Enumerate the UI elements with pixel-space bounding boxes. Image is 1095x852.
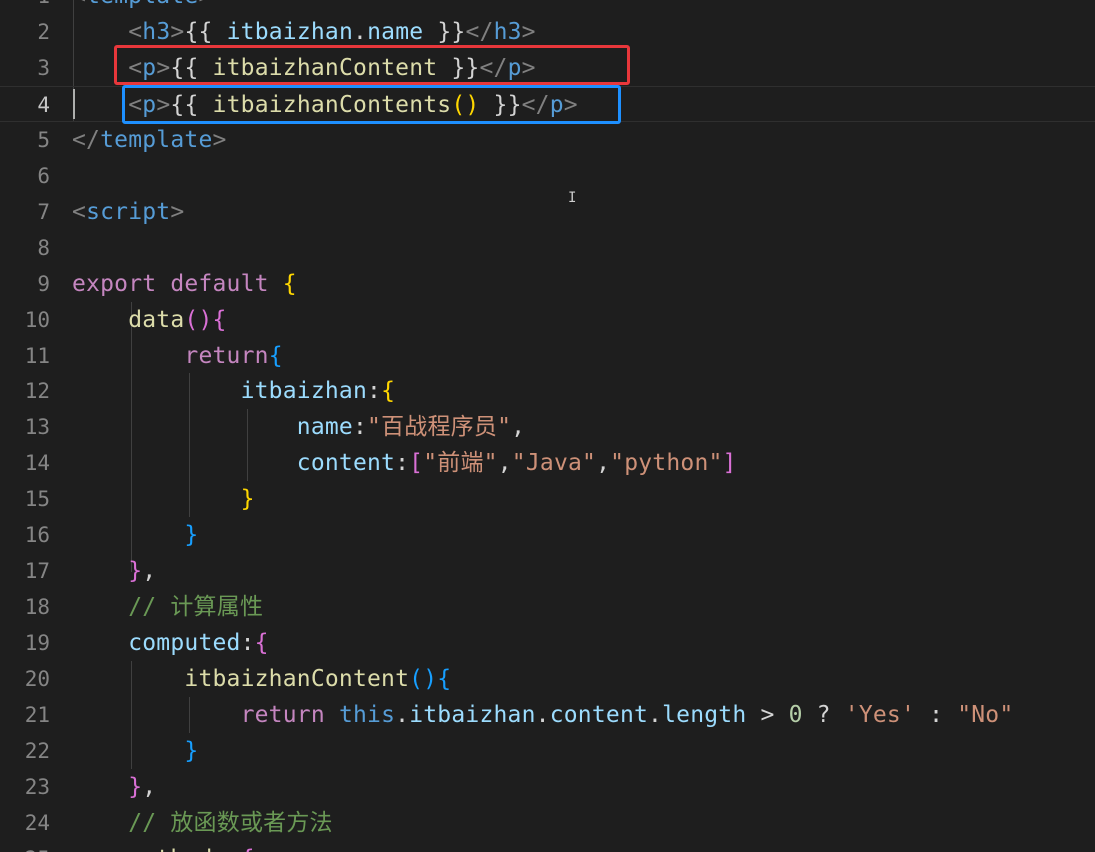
line-number: 11 bbox=[24, 344, 50, 368]
code-text: } bbox=[184, 522, 199, 548]
line-number: 21 bbox=[24, 703, 50, 727]
line-number: 2 bbox=[37, 20, 50, 44]
line-number: 16 bbox=[24, 523, 50, 547]
code-text: return{ bbox=[184, 343, 283, 369]
code-line[interactable]: 8 bbox=[0, 230, 1095, 266]
line-number: 10 bbox=[24, 308, 50, 332]
line-number: 20 bbox=[24, 667, 50, 691]
text-cursor-icon: I bbox=[568, 190, 577, 206]
code-line[interactable]: 7 <script> bbox=[0, 194, 1095, 230]
line-number: 25 bbox=[0, 841, 50, 852]
code-line[interactable]: 24 // 放函数或者方法 bbox=[0, 805, 1095, 841]
code-line[interactable]: 25 methods:{ bbox=[0, 841, 1095, 852]
line-number: 1 bbox=[0, 0, 50, 14]
line-number: 22 bbox=[24, 739, 50, 763]
code-line[interactable]: 10 data(){ bbox=[0, 302, 1095, 338]
code-line[interactable]: 12 itbaizhan:{ bbox=[0, 373, 1095, 409]
line-number: 23 bbox=[24, 775, 50, 799]
code-line[interactable]: 14 content:["前端","Java","python"] bbox=[0, 445, 1095, 481]
code-text: data(){ bbox=[128, 307, 227, 333]
highlight-box-red bbox=[114, 45, 630, 85]
code-line[interactable]: 11 return{ bbox=[0, 338, 1095, 374]
code-text: content:["前端","Java","python"] bbox=[296, 450, 737, 476]
code-line[interactable]: 1 <template> bbox=[0, 0, 1095, 14]
line-number: 18 bbox=[24, 595, 50, 619]
line-number: 9 bbox=[37, 272, 50, 296]
line-number: 4 bbox=[37, 93, 50, 117]
code-line[interactable]: 13 name:"百战程序员", bbox=[0, 409, 1095, 445]
code-editor[interactable]: 1 <template> 2 <h3>{{ itbaizhan.name }}<… bbox=[0, 0, 1095, 852]
code-line[interactable]: 19 computed:{ bbox=[0, 625, 1095, 661]
code-line[interactable]: 23 }, bbox=[0, 769, 1095, 805]
code-text: export default { bbox=[72, 271, 297, 297]
code-line[interactable]: 20 itbaizhanContent(){ bbox=[0, 661, 1095, 697]
line-number: 15 bbox=[24, 487, 50, 511]
code-line[interactable]: 5 </template> bbox=[0, 122, 1095, 158]
code-line[interactable]: 21 return this.itbaizhan.content.length … bbox=[0, 697, 1095, 733]
line-number: 6 bbox=[37, 164, 50, 188]
code-text: return this.itbaizhan.content.length > 0… bbox=[240, 702, 1014, 728]
code-line[interactable]: 6 bbox=[0, 158, 1095, 194]
code-line[interactable]: 22 } bbox=[0, 733, 1095, 769]
code-text: }, bbox=[128, 558, 157, 584]
text-caret bbox=[73, 89, 75, 119]
line-number: 13 bbox=[24, 415, 50, 439]
code-text: // 计算属性 bbox=[128, 594, 264, 620]
line-number: 17 bbox=[24, 559, 50, 583]
line-number: 8 bbox=[37, 236, 50, 260]
line-number: 5 bbox=[37, 128, 50, 152]
code-text: <script> bbox=[72, 199, 185, 225]
line-number: 12 bbox=[24, 379, 50, 403]
code-text: }, bbox=[128, 774, 157, 800]
code-text: <template> bbox=[72, 0, 213, 14]
code-line[interactable]: 15 } bbox=[0, 481, 1095, 517]
code-text: computed:{ bbox=[128, 630, 269, 656]
code-text: methods:{ bbox=[72, 841, 255, 852]
code-text: // 放函数或者方法 bbox=[128, 810, 333, 836]
code-line[interactable]: 9 export default { bbox=[0, 266, 1095, 302]
code-text: } bbox=[240, 486, 255, 512]
code-text: name:"百战程序员", bbox=[296, 414, 526, 440]
code-line[interactable]: 18 // 计算属性 bbox=[0, 589, 1095, 625]
line-number: 19 bbox=[24, 631, 50, 655]
code-text: </template> bbox=[72, 127, 227, 153]
code-text: itbaizhanContent(){ bbox=[184, 666, 452, 692]
code-line[interactable]: 17 }, bbox=[0, 553, 1095, 589]
code-text: itbaizhan:{ bbox=[240, 378, 396, 404]
highlight-box-blue bbox=[122, 85, 621, 124]
line-number: 7 bbox=[37, 200, 50, 224]
line-number: 24 bbox=[24, 811, 50, 835]
code-line[interactable]: 16 } bbox=[0, 517, 1095, 553]
line-number: 14 bbox=[24, 451, 50, 475]
code-text: } bbox=[184, 738, 199, 764]
line-number: 3 bbox=[37, 56, 50, 80]
